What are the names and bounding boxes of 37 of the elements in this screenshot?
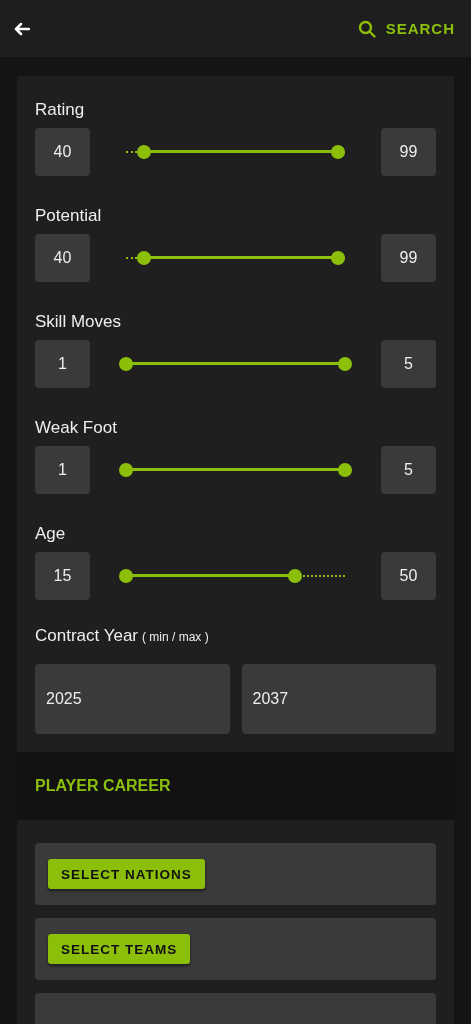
filter-label: Rating: [35, 100, 86, 121]
slider-thumb[interactable]: [136, 251, 151, 265]
filter-label: Potential: [35, 206, 103, 227]
select-button[interactable]: SELECT TEAMS: [48, 934, 191, 964]
range-slider[interactable]: [119, 357, 352, 371]
slider-thumb[interactable]: [338, 357, 352, 371]
min-value-field[interactable]: 1: [35, 340, 90, 388]
filter-label: Skill Moves: [35, 312, 122, 333]
range-slider[interactable]: [119, 463, 352, 477]
search-button[interactable]: SEARCH: [357, 19, 455, 38]
min-value-field[interactable]: 1: [35, 446, 90, 494]
slider-thumb[interactable]: [331, 145, 346, 159]
slider-thumb[interactable]: [136, 145, 151, 159]
slider-thumb[interactable]: [338, 463, 352, 477]
max-value-field[interactable]: 99: [381, 234, 436, 282]
max-year-field[interactable]: 2037: [241, 664, 436, 734]
min-value-field[interactable]: 40: [35, 234, 90, 282]
slider-thumb[interactable]: [287, 569, 302, 583]
hint-text: ( min / max ): [142, 630, 209, 644]
slider-thumb[interactable]: [331, 251, 346, 265]
filter-label: Age: [35, 524, 67, 545]
slider-thumb[interactable]: [119, 569, 133, 583]
min-year-field[interactable]: 2025: [35, 664, 230, 734]
slider-thumb[interactable]: [119, 463, 133, 477]
max-value-field[interactable]: 99: [381, 128, 436, 176]
section-title: PLAYER CAREER: [35, 777, 171, 795]
select-button[interactable]: SELECT NATIONS: [48, 859, 205, 889]
filter-label: Weak Foot: [35, 418, 118, 439]
min-value-field[interactable]: 40: [35, 128, 90, 176]
min-value-field[interactable]: 15: [35, 552, 90, 600]
filter-label: Contract Year: [35, 626, 138, 645]
max-value-field[interactable]: 5: [381, 340, 436, 388]
slider-thumb[interactable]: [119, 357, 133, 371]
back-arrow-icon[interactable]: [14, 21, 30, 36]
max-value-field[interactable]: 50: [381, 552, 436, 600]
max-value-field[interactable]: 5: [381, 446, 436, 494]
search-icon: [357, 19, 376, 38]
